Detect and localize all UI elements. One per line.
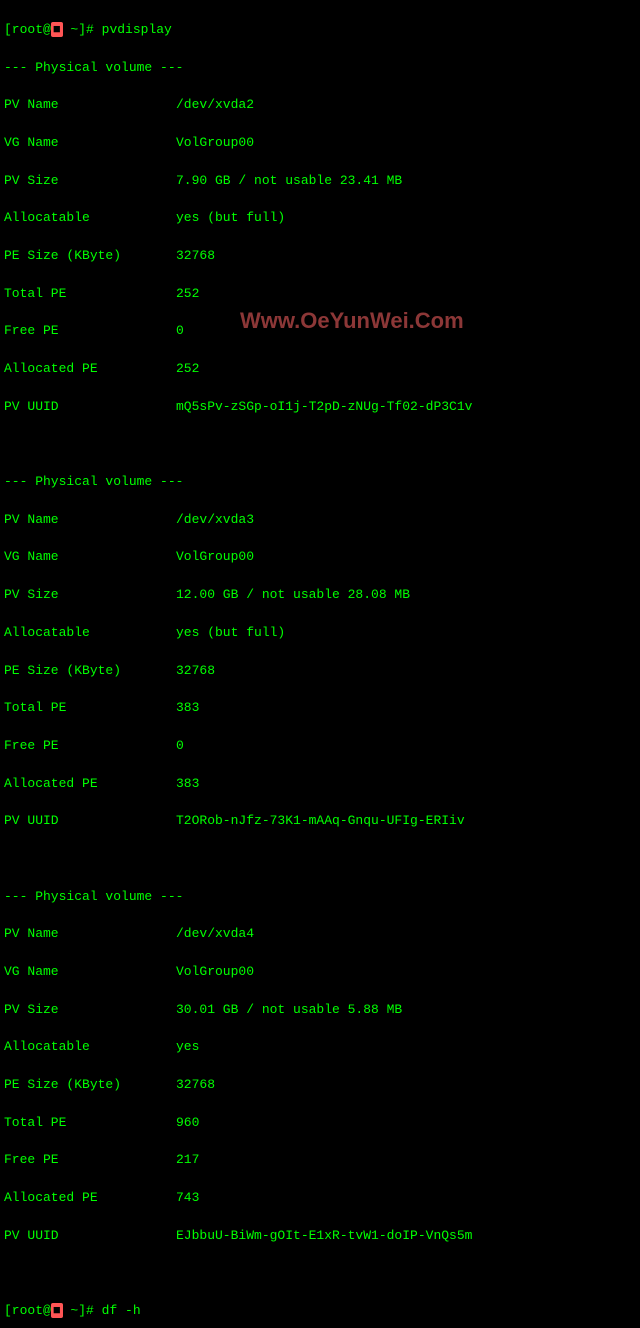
pv1-header: --- Physical volume ---	[4, 59, 636, 78]
pv1-pe-size: PE Size (KByte)32768	[4, 247, 636, 266]
pv1-pv-uuid: PV UUIDmQ5sPv-zSGp-oI1j-T2pD-zNUg-Tf02-d…	[4, 398, 636, 417]
pv1-free-pe: Free PE0	[4, 322, 636, 341]
command-2: df -h	[102, 1303, 141, 1318]
blank2	[4, 850, 636, 869]
pv1-total-pe: Total PE252	[4, 285, 636, 304]
pv3-allocatable: Allocatableyes	[4, 1038, 636, 1057]
pv3-free-pe: Free PE217	[4, 1151, 636, 1170]
pv3-allocated-pe: Allocated PE743	[4, 1189, 636, 1208]
pv2-pv-uuid: PV UUIDT2ORob-nJfz-73K1-mAAq-Gnqu-UFIg-E…	[4, 812, 636, 831]
pv2-header: --- Physical volume ---	[4, 473, 636, 492]
pv2-allocated-pe: Allocated PE383	[4, 775, 636, 794]
pv3-total-pe: Total PE960	[4, 1114, 636, 1133]
command-1: pvdisplay	[102, 22, 172, 37]
pv3-vg-name: VG NameVolGroup00	[4, 963, 636, 982]
pv1-pv-size: PV Size7.90 GB / not usable 23.41 MB	[4, 172, 636, 191]
prompt-user-2: [root@■ ~]#	[4, 1303, 102, 1318]
pv2-total-pe: Total PE383	[4, 699, 636, 718]
pv3-pv-name: PV Name/dev/xvda4	[4, 925, 636, 944]
prompt-user-1: [root@■ ~]#	[4, 22, 102, 37]
pv1-allocatable: Allocatableyes (but full)	[4, 209, 636, 228]
pv2-vg-name: VG NameVolGroup00	[4, 548, 636, 567]
command-line-1: [root@■ ~]# pvdisplay	[4, 21, 636, 40]
terminal: [root@■ ~]# pvdisplay --- Physical volum…	[0, 0, 640, 1328]
pv3-pv-uuid: PV UUIDEJbbuU-BiWm-gOIt-E1xR-tvW1-doIP-V…	[4, 1227, 636, 1246]
blank1	[4, 435, 636, 454]
command-line-2: [root@■ ~]# df -h	[4, 1302, 636, 1321]
pv3-pe-size: PE Size (KByte)32768	[4, 1076, 636, 1095]
pv2-pv-size: PV Size12.00 GB / not usable 28.08 MB	[4, 586, 636, 605]
pv1-allocated-pe: Allocated PE252	[4, 360, 636, 379]
pv1-pv-name: PV Name/dev/xvda2	[4, 96, 636, 115]
pv3-header: --- Physical volume ---	[4, 888, 636, 907]
pv2-allocatable: Allocatableyes (but full)	[4, 624, 636, 643]
pv1-vg-name: VG NameVolGroup00	[4, 134, 636, 153]
pv2-free-pe: Free PE0	[4, 737, 636, 756]
pv2-pv-name: PV Name/dev/xvda3	[4, 511, 636, 530]
pv3-pv-size: PV Size30.01 GB / not usable 5.88 MB	[4, 1001, 636, 1020]
pv2-pe-size: PE Size (KByte)32768	[4, 662, 636, 681]
blank3	[4, 1265, 636, 1284]
